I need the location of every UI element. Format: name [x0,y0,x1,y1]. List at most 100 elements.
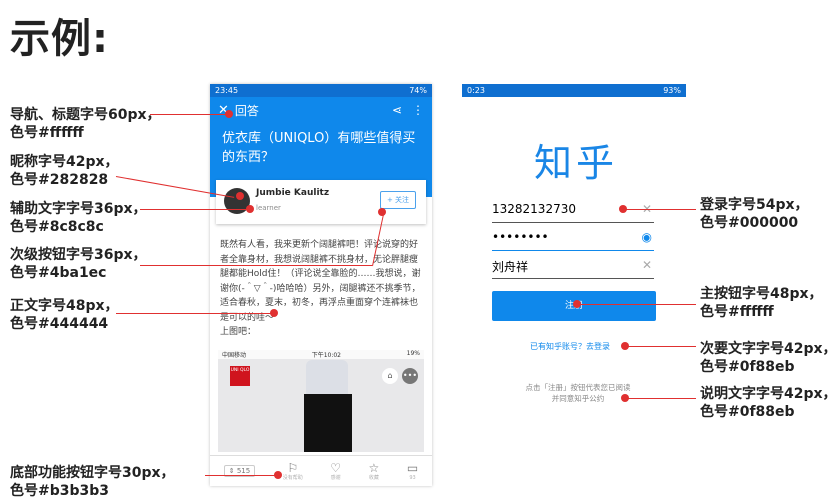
annotation-line: 昵称字号42px， [10,154,119,170]
annotation-line: 色号#8c8c8c [10,219,104,235]
battery-level: 93% [663,86,681,95]
pointer-dot [619,205,627,213]
annotation-bottom: 底部功能按钮字号30px， 色号#b3b3b3 [10,464,175,500]
annotation-line: 色号#ffffff [10,125,84,141]
eye-icon[interactable]: ◉ [642,230,652,244]
annotation-main: 主按钮字号48px， 色号#ffffff [700,285,823,321]
vote-count: 515 [236,467,251,475]
annotation-body: 正文字号48px， 色号#444444 [10,297,119,333]
nav-title: 回答 [234,103,259,118]
more-icon[interactable]: ⋮ [412,103,424,117]
annotation-line: 色号#0f88eb [700,359,795,375]
pointer-dot [246,205,254,213]
pointer-line [140,265,372,266]
tab-label: 没有帮助 [282,474,303,481]
annotation-line: 色号#444444 [10,316,109,332]
author-bio: learner [256,204,281,212]
pointer-dot [621,394,629,402]
pointer-dot [225,110,233,118]
phone-field[interactable]: 13282132730 ✕ [492,202,654,223]
phone-value: 13282132730 [492,202,576,216]
flag-icon: ⚐ [287,460,299,475]
terms-line: 点击「注册」按钮代表您已阅读 [525,383,631,392]
annotation-nick: 昵称字号42px， 色号#282828 [10,153,119,189]
status-bar: 23:45 74% [210,84,432,97]
tab-label: 收藏 [368,474,379,481]
annotation-line: 正文字号48px， [10,298,119,314]
pointer-line [624,209,696,210]
cart-icon: ⌂ [382,368,398,384]
pointer-dot [270,309,278,317]
tab-collect[interactable]: ☆ 收藏 [369,461,380,482]
annotation-line: 主按钮字号48px， [700,286,823,302]
pointer-line [150,114,228,115]
annotation-line: 底部功能按钮字号30px， [10,465,175,481]
annotation-line: 色号#ffffff [700,304,774,320]
password-value: •••••••• [492,230,549,244]
answer-text: 既然有人看，我来更新个阔腿裤吧！评论说穿的好者全靠身材，我想说阔腿裤不挑身材，无… [220,240,421,323]
pointer-line [626,346,696,347]
answer-text-end: 上图吧： [220,327,257,337]
bottom-bar: ⇕ 515 ⚐ 没有帮助 ♡ 感谢 ☆ 收藏 ▭ 93 [210,455,432,486]
pointer-dot [573,300,581,308]
tab-label: 感谢 [330,474,341,481]
image-battery: 19% [406,350,420,357]
annotation-line: 次要文字字号42px， [700,341,837,357]
annotation-nav: 导航、标题字号60px， 色号#ffffff [10,106,161,142]
share-icon[interactable]: ⋖ [392,103,402,117]
image-status-bar: 中国移动 下午10:02 19% [218,350,424,359]
image-carrier: 中国移动 [222,352,247,359]
status-time: 0:23 [467,86,485,95]
model-pants [304,394,352,452]
status-bar: 0:23 93% [462,84,686,97]
image-time: 下午10:02 [311,352,341,359]
zhihu-logo: 知乎 [534,141,619,185]
nav-bar: ✕ 回答 ⋖ ⋮ [210,97,432,123]
annotation-line: 色号#4ba1ec [10,265,107,281]
pointer-dot [621,342,629,350]
annotation-line: 色号#282828 [10,172,109,188]
annotation-line: 导航、标题字号60px， [10,107,161,123]
annotation-line: 色号#0f88eb [700,404,795,420]
annotation-line: 辅助文字字号36px， [10,201,147,217]
star-icon: ☆ [368,460,380,475]
tab-label: 93 [409,474,416,481]
name-field[interactable]: 刘舟祥 ✕ [492,258,654,279]
pointer-line [116,313,274,314]
heart-icon: ♡ [330,460,342,475]
answer-screen: 23:45 74% ✕ 回答 ⋖ ⋮ 优衣库（UNIQLO）有哪些值得买的东西？… [210,84,432,486]
follow-button[interactable]: + 关注 [380,191,416,209]
answer-image: 中国移动 下午10:02 19% UNI QLO ⌂ ••• [218,350,424,452]
status-time: 23:45 [215,86,239,95]
pointer-line [578,304,696,305]
uniqlo-logo: UNI QLO [230,366,250,386]
model-shirt [306,360,348,396]
name-value: 刘舟祥 [492,260,529,274]
login-link[interactable]: 已有知乎账号？去登录 [530,341,610,352]
annotation-line: 登录字号54px， [700,197,809,213]
annotation-minor: 次要文字字号42px， 色号#0f88eb [700,340,837,376]
pointer-line [205,475,277,476]
pointer-dot [274,471,282,479]
annotation-aux: 辅助文字字号36px， 色号#8c8c8c [10,200,147,236]
annotation-login: 登录字号54px， 色号#000000 [700,196,809,232]
more-icon: ••• [402,368,418,384]
clear-icon[interactable]: ✕ [642,258,652,272]
answer-body: 既然有人看，我来更新个阔腿裤吧！评论说穿的好者全靠身材，我想说阔腿裤不挑身材，无… [220,238,425,340]
annotation-desc: 说明文字字号42px， 色号#0f88eb [700,385,837,421]
author-card: Jumbie Kaulitz learner + 关注 [216,180,426,224]
page-title: 示例: [10,16,109,62]
annotation-line: 次级按钮字号36px， [10,247,147,263]
question-title[interactable]: 优衣库（UNIQLO）有哪些值得买的东西？ [210,123,432,173]
pointer-dot [378,208,386,216]
author-name[interactable]: Jumbie Kaulitz [256,188,329,198]
tab-no-help[interactable]: ⚐ 没有帮助 [283,461,303,482]
tab-comments[interactable]: ▭ 93 [407,461,418,482]
tab-thanks[interactable]: ♡ 感谢 [330,461,341,482]
password-field[interactable]: •••••••• ◉ [492,230,654,251]
annotation-line: 说明文字字号42px， [700,386,837,402]
pointer-line [626,398,696,399]
pointer-line [140,209,248,210]
battery-level: 74% [409,86,427,95]
comment-icon: ▭ [406,460,419,475]
